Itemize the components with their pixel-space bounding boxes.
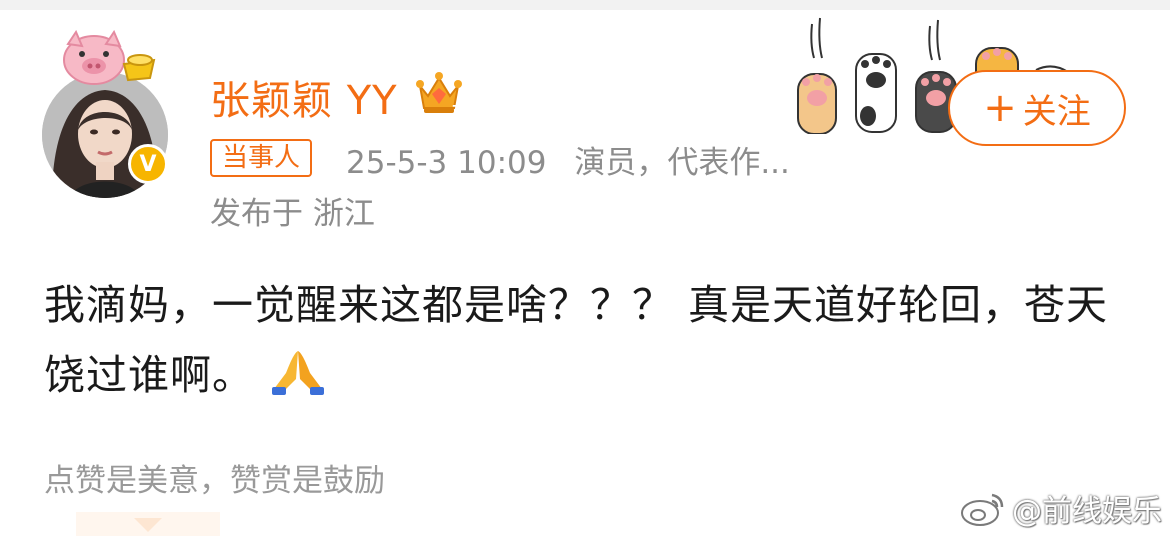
- post-text: 我滴妈，一觉醒来这都是啥？？？ 真是天道好轮回，苍天饶过谁啊。: [44, 281, 1109, 399]
- post-datetime: 25-5-3 10:09: [346, 145, 547, 181]
- plus-icon: +: [983, 85, 1017, 131]
- post-meta: 25-5-3 10:09 演员，代表作...: [346, 137, 790, 182]
- pig-headband-icon: [63, 30, 156, 85]
- post-content: 我滴妈，一觉醒来这都是啥？？？ 真是天道好轮回，苍天饶过谁啊。: [44, 270, 1134, 410]
- weibo-logo-icon: [961, 493, 1004, 526]
- reward-tab-indicator: [76, 512, 220, 536]
- watermark-text: @前线娱乐: [1012, 494, 1162, 529]
- svg-text:7: 7: [452, 103, 460, 116]
- reward-prompt[interactable]: 点赞是美意，赞赏是鼓励: [44, 455, 385, 500]
- follow-label: 关注: [1022, 91, 1091, 132]
- watermark: @前线娱乐: [960, 486, 1162, 530]
- user-name[interactable]: 张颖颖 YY: [210, 68, 398, 126]
- post-location: 发布于 浙江: [210, 196, 375, 232]
- folded-hands-icon: [272, 351, 325, 395]
- follow-button[interactable]: + 关注: [948, 70, 1126, 146]
- verified-badge-icon: V: [128, 144, 168, 184]
- crown-icon: 7: [416, 72, 462, 116]
- top-divider: [0, 0, 1170, 10]
- party-badge: 当事人: [210, 139, 313, 177]
- user-description: 演员，代表作...: [574, 145, 790, 181]
